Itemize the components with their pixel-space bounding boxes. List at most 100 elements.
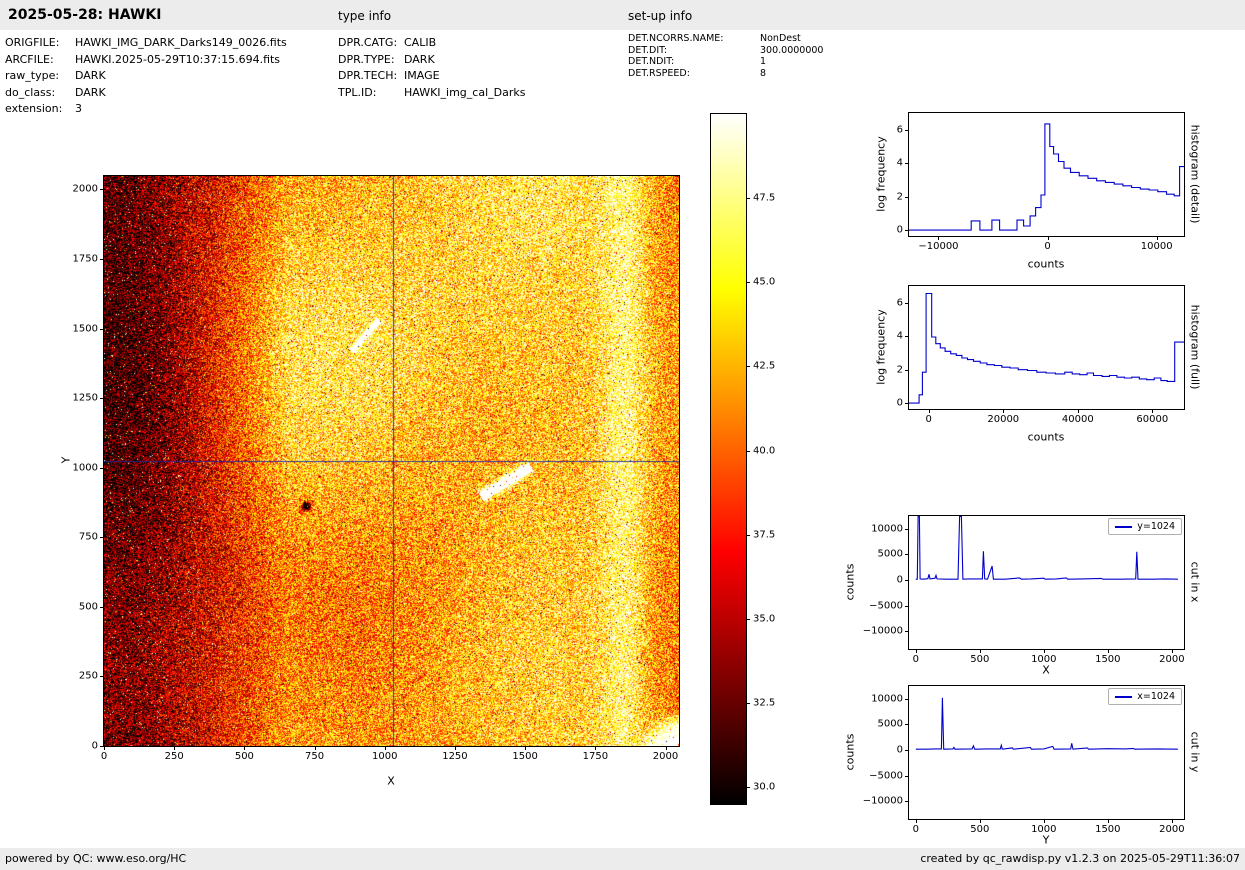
histogram-detail-plot: −100000100000246	[908, 112, 1185, 237]
histogram-full-svg	[909, 286, 1184, 409]
y-tick-mark	[905, 529, 909, 530]
histogram-detail-svg	[909, 113, 1184, 236]
colorbar-tick-mark	[746, 619, 750, 620]
meta-key: DPR.TYPE:	[338, 52, 404, 69]
x-tick-label: 1250	[442, 751, 467, 762]
x-tick-label: 0	[913, 654, 919, 665]
y-tick-mark	[905, 554, 909, 555]
meta-value: DARK	[75, 69, 106, 82]
cut-in-y-line	[916, 698, 1178, 749]
x-tick-mark	[929, 409, 930, 413]
legend-label: y=1024	[1137, 521, 1175, 532]
setup-info-block: DET.NCORRS.NAME:NonDest DET.DIT:300.0000…	[628, 33, 823, 79]
meta-value: HAWKI_IMG_DARK_Darks149_0026.fits	[75, 36, 287, 49]
meta-row: DET.NCORRS.NAME:NonDest	[628, 33, 823, 45]
y-tick-label: 4	[897, 331, 903, 342]
colorbar-tick-label: 37.5	[753, 529, 775, 540]
y-tick-mark	[100, 329, 104, 330]
x-tick-mark	[1172, 819, 1173, 823]
main-image-canvas	[104, 176, 679, 746]
cut-x-ylabel: counts	[844, 564, 857, 601]
cut-in-y-svg	[909, 686, 1184, 819]
y-tick-label: 1750	[73, 253, 98, 264]
x-tick-label: 500	[970, 824, 989, 835]
main-yaxis-label: Y	[60, 457, 73, 464]
footer-bar: powered by QC: www.eso.org/HC created by…	[0, 848, 1245, 870]
x-tick-label: 0	[913, 824, 919, 835]
x-tick-label: 1500	[512, 751, 537, 762]
y-tick-mark	[905, 606, 909, 607]
y-tick-mark	[905, 580, 909, 581]
header-bar: 2025-05-28: HAWKI type info set-up info	[0, 0, 1245, 30]
x-tick-label: 40000	[1062, 414, 1094, 425]
x-tick-mark	[174, 746, 175, 750]
hist-full-ylabel: log frequency	[875, 309, 888, 384]
x-tick-label: 1500	[1095, 824, 1120, 835]
page-title: 2025-05-28: HAWKI	[8, 7, 161, 23]
x-tick-label: 1000	[372, 751, 397, 762]
meta-value: 3	[75, 102, 82, 115]
x-tick-label: 500	[235, 751, 254, 762]
colorbar-tick-label: 40.0	[753, 445, 775, 456]
meta-key: DET.NCORRS.NAME:	[628, 33, 760, 45]
cut-in-x-svg	[909, 516, 1184, 649]
footer-right-text: created by qc_rawdisp.py v1.2.3 on 2025-…	[920, 852, 1240, 865]
meta-key: DET.RSPEED:	[628, 68, 760, 80]
x-tick-mark	[1172, 649, 1173, 653]
meta-value: CALIB	[404, 36, 436, 49]
y-tick-mark	[905, 801, 909, 802]
x-tick-label: 250	[165, 751, 184, 762]
y-tick-mark	[100, 398, 104, 399]
x-tick-mark	[980, 649, 981, 653]
y-tick-label: 6	[897, 124, 903, 135]
meta-value: DARK	[404, 53, 435, 66]
x-tick-label: 2000	[1159, 824, 1184, 835]
x-tick-label: 10000	[1141, 241, 1173, 252]
y-tick-label: 500	[79, 601, 98, 612]
meta-key: raw_type:	[5, 68, 75, 85]
cut-y-ylabel: counts	[844, 734, 857, 771]
meta-key: DPR.CATG:	[338, 35, 404, 52]
y-tick-label: 0	[897, 225, 903, 236]
x-tick-label: 20000	[987, 414, 1019, 425]
legend: y=1024	[1108, 518, 1182, 535]
x-tick-mark	[1152, 409, 1153, 413]
cut-in-y-plot: x=1024 0500100015002000−10000−5000050001…	[908, 685, 1185, 820]
colorbar-tick-label: 35.0	[753, 613, 775, 624]
meta-value: 1	[760, 56, 766, 67]
x-tick-label: 500	[970, 654, 989, 665]
y-tick-mark	[100, 607, 104, 608]
meta-row: TPL.ID:HAWKI_img_cal_Darks	[338, 85, 525, 102]
y-tick-label: 1250	[73, 393, 98, 404]
y-tick-label: 5000	[878, 719, 903, 730]
cut-x-title: cut in x	[1189, 562, 1202, 603]
colorbar-tick-label: 32.5	[753, 698, 775, 709]
x-tick-label: 0	[101, 751, 107, 762]
y-tick-label: 10000	[871, 523, 903, 534]
meta-value: HAWKI_img_cal_Darks	[404, 86, 525, 99]
meta-row: DPR.CATG:CALIB	[338, 35, 525, 52]
histogram-full-plot: 02000040000600000246	[908, 285, 1185, 410]
y-tick-mark	[905, 631, 909, 632]
file-info-block: ORIGFILE:HAWKI_IMG_DARK_Darks149_0026.fi…	[5, 35, 287, 118]
meta-key: DET.NDIT:	[628, 56, 760, 68]
x-tick-mark	[980, 819, 981, 823]
cut-x-xlabel: X	[1042, 664, 1050, 677]
y-tick-label: 250	[79, 671, 98, 682]
y-tick-mark	[905, 750, 909, 751]
histogram-detail-line	[909, 124, 1184, 230]
cut-in-x-plot: y=1024 0500100015002000−10000−5000050001…	[908, 515, 1185, 650]
x-tick-mark	[1044, 649, 1045, 653]
y-tick-label: −10000	[863, 626, 903, 637]
y-tick-mark	[100, 537, 104, 538]
meta-row: raw_type:DARK	[5, 68, 287, 85]
y-tick-mark	[100, 746, 104, 747]
y-tick-label: −5000	[869, 600, 903, 611]
hist-detail-xlabel: counts	[1028, 258, 1065, 271]
histogram-full-line	[909, 294, 1184, 404]
x-tick-mark	[244, 746, 245, 750]
footer-left-text: powered by QC: www.eso.org/HC	[5, 852, 186, 865]
colorbar-tick-label: 45.0	[753, 277, 775, 288]
meta-row: do_class:DARK	[5, 85, 287, 102]
colorbar-tick-label: 42.5	[753, 361, 775, 372]
